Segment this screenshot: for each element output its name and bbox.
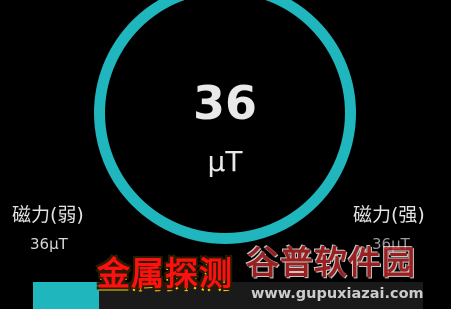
watermark-logo: 谷普软件园 bbox=[246, 243, 416, 282]
magnetic-reading-value: 36 bbox=[192, 76, 257, 130]
metal-detector-screen: 36 μT 磁力(弱) 36μT 磁力(强) 36μT 金属探测 谷普软件园 w… bbox=[0, 0, 451, 309]
watermark-url: www.gupuxiazai.com bbox=[251, 286, 424, 302]
strength-bar-fill bbox=[33, 282, 100, 309]
strong-field-label: 磁力(强) bbox=[353, 204, 425, 226]
weak-field-value: 36μT bbox=[30, 235, 68, 253]
weak-field-label: 磁力(弱) bbox=[12, 204, 84, 226]
magnetic-reading-unit: μT bbox=[207, 145, 243, 178]
metal-detector-banner: 金属探测 bbox=[97, 254, 233, 293]
